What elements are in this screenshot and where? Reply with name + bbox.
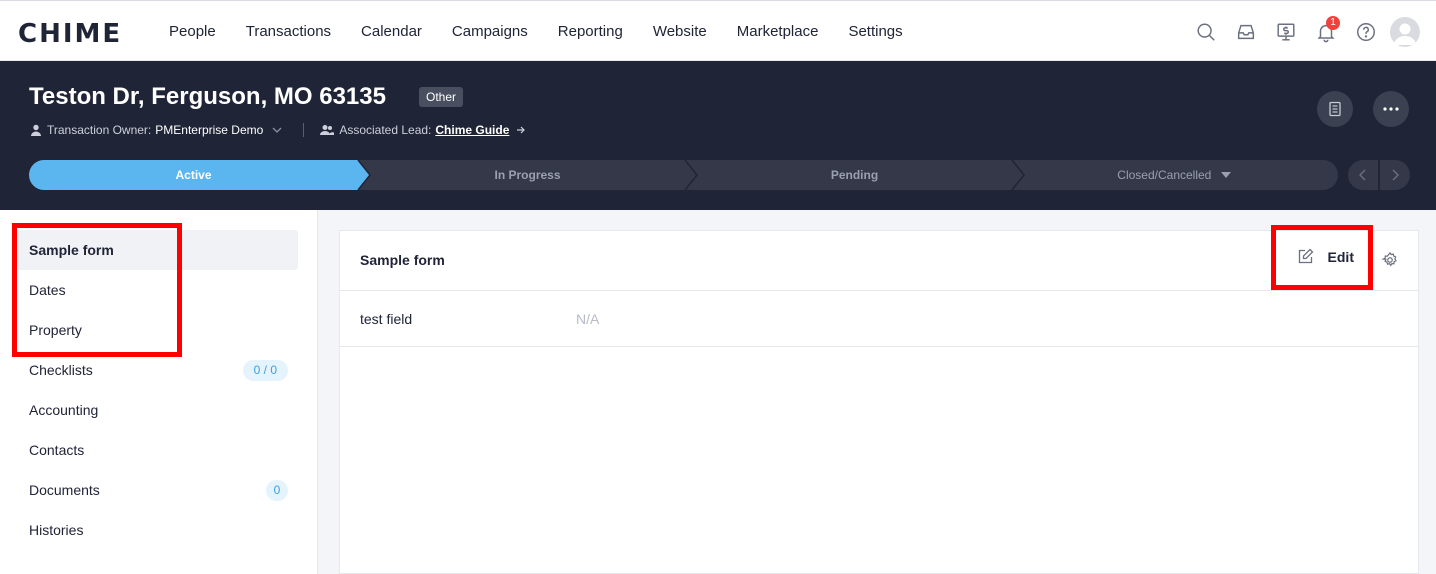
sidebar-item-histories[interactable]: Histories	[16, 510, 298, 550]
gear-icon[interactable]	[1381, 251, 1399, 274]
sidebar-item-accounting[interactable]: Accounting	[16, 390, 298, 430]
lead-label: Associated Lead:	[339, 123, 432, 137]
nav-marketplace[interactable]: Marketplace	[722, 23, 834, 40]
people-icon	[320, 125, 335, 135]
sample-form-card: Sample form Edit test field N/A	[339, 230, 1419, 574]
nav-campaigns[interactable]: Campaigns	[437, 23, 543, 40]
sidebar-item-label: Checklists	[29, 362, 93, 378]
sidebar-item-dates[interactable]: Dates	[16, 270, 298, 310]
edit-label: Edit	[1327, 248, 1354, 265]
more-options-button[interactable]	[1373, 91, 1409, 127]
user-avatar[interactable]	[1390, 17, 1420, 47]
transaction-address: Teston Dr, Ferguson, MO 63135	[29, 83, 386, 110]
stage-in-progress[interactable]: In Progress	[370, 160, 685, 190]
document-icon	[1329, 101, 1341, 117]
stage-active[interactable]: Active	[29, 160, 358, 190]
stage-pending[interactable]: Pending	[697, 160, 1012, 190]
sidebar-item-label: Accounting	[29, 402, 99, 418]
caret-down-icon	[1220, 172, 1231, 178]
chevron-down-icon[interactable]	[271, 124, 283, 136]
owner-label: Transaction Owner:	[47, 123, 152, 137]
search-icon[interactable]	[1186, 14, 1226, 50]
person-icon	[31, 124, 41, 136]
sidebar-item-label: Contacts	[29, 442, 85, 458]
billing-icon[interactable]	[1266, 14, 1306, 50]
transaction-type-badge: Other	[419, 87, 464, 107]
sidebar-item-checklists[interactable]: Checklists 0 / 0	[16, 350, 298, 390]
stage-progress-bar: Active In Progress Pending Closed/Cancel…	[29, 160, 1338, 190]
nav-people[interactable]: People	[154, 23, 231, 40]
notes-button[interactable]	[1317, 91, 1353, 127]
stage-prev-button[interactable]	[1348, 160, 1378, 190]
inbox-icon[interactable]	[1226, 14, 1266, 50]
nav-calendar[interactable]: Calendar	[346, 23, 437, 40]
sidebar-item-sample-form[interactable]: Sample form	[16, 230, 298, 270]
form-field-row: test field N/A	[340, 291, 1418, 347]
stage-closed-cancelled[interactable]: Closed/Cancelled	[1024, 160, 1324, 190]
field-value: N/A	[576, 311, 600, 327]
help-icon[interactable]	[1346, 14, 1386, 50]
bell-icon[interactable]: 1	[1306, 14, 1346, 50]
transaction-sidebar: Sample form Dates Property Checklists 0 …	[0, 210, 318, 574]
more-horizontal-icon	[1383, 107, 1399, 111]
meta-divider	[303, 123, 305, 137]
chime-logo[interactable]: CHIME	[18, 19, 122, 49]
sidebar-item-label: Dates	[29, 282, 66, 298]
stage-closed-label: Closed/Cancelled	[1117, 168, 1212, 182]
sidebar-item-documents[interactable]: Documents 0	[16, 470, 298, 510]
transaction-header: Teston Dr, Ferguson, MO 63135 Other Tran…	[0, 61, 1436, 210]
edit-icon	[1298, 248, 1313, 264]
sidebar-item-contacts[interactable]: Contacts	[16, 430, 298, 470]
sidebar-item-label: Property	[29, 322, 82, 338]
sidebar-item-property[interactable]: Property	[16, 310, 298, 350]
top-navigation: CHIME People Transactions Calendar Campa…	[0, 0, 1436, 61]
transaction-meta: Transaction Owner: PMEnterprise Demo Ass…	[30, 123, 527, 137]
owner-name[interactable]: PMEnterprise Demo	[155, 123, 263, 137]
lead-link[interactable]: Chime Guide	[435, 123, 509, 137]
chevron-right-icon	[1392, 169, 1399, 181]
nav-settings[interactable]: Settings	[833, 23, 917, 40]
sidebar-item-label: Histories	[29, 522, 84, 538]
nav-icon-group: 1	[1186, 14, 1420, 50]
documents-count-badge: 0	[266, 480, 288, 501]
edit-button[interactable]: Edit	[1297, 248, 1354, 265]
chevron-left-icon	[1359, 169, 1366, 181]
main-nav: People Transactions Calendar Campaigns R…	[154, 1, 918, 62]
nav-website[interactable]: Website	[638, 23, 722, 40]
nav-reporting[interactable]: Reporting	[543, 23, 638, 40]
stage-next-button[interactable]	[1380, 160, 1410, 190]
arrow-right-icon[interactable]	[515, 124, 527, 136]
field-label: test field	[360, 311, 413, 327]
notification-badge: 1	[1326, 16, 1340, 30]
card-title: Sample form	[360, 252, 445, 268]
card-header: Sample form Edit	[340, 231, 1418, 291]
sidebar-item-label: Documents	[29, 482, 100, 498]
checklist-count-badge: 0 / 0	[242, 360, 288, 381]
nav-transactions[interactable]: Transactions	[231, 23, 346, 40]
sidebar-item-label: Sample form	[29, 242, 114, 258]
